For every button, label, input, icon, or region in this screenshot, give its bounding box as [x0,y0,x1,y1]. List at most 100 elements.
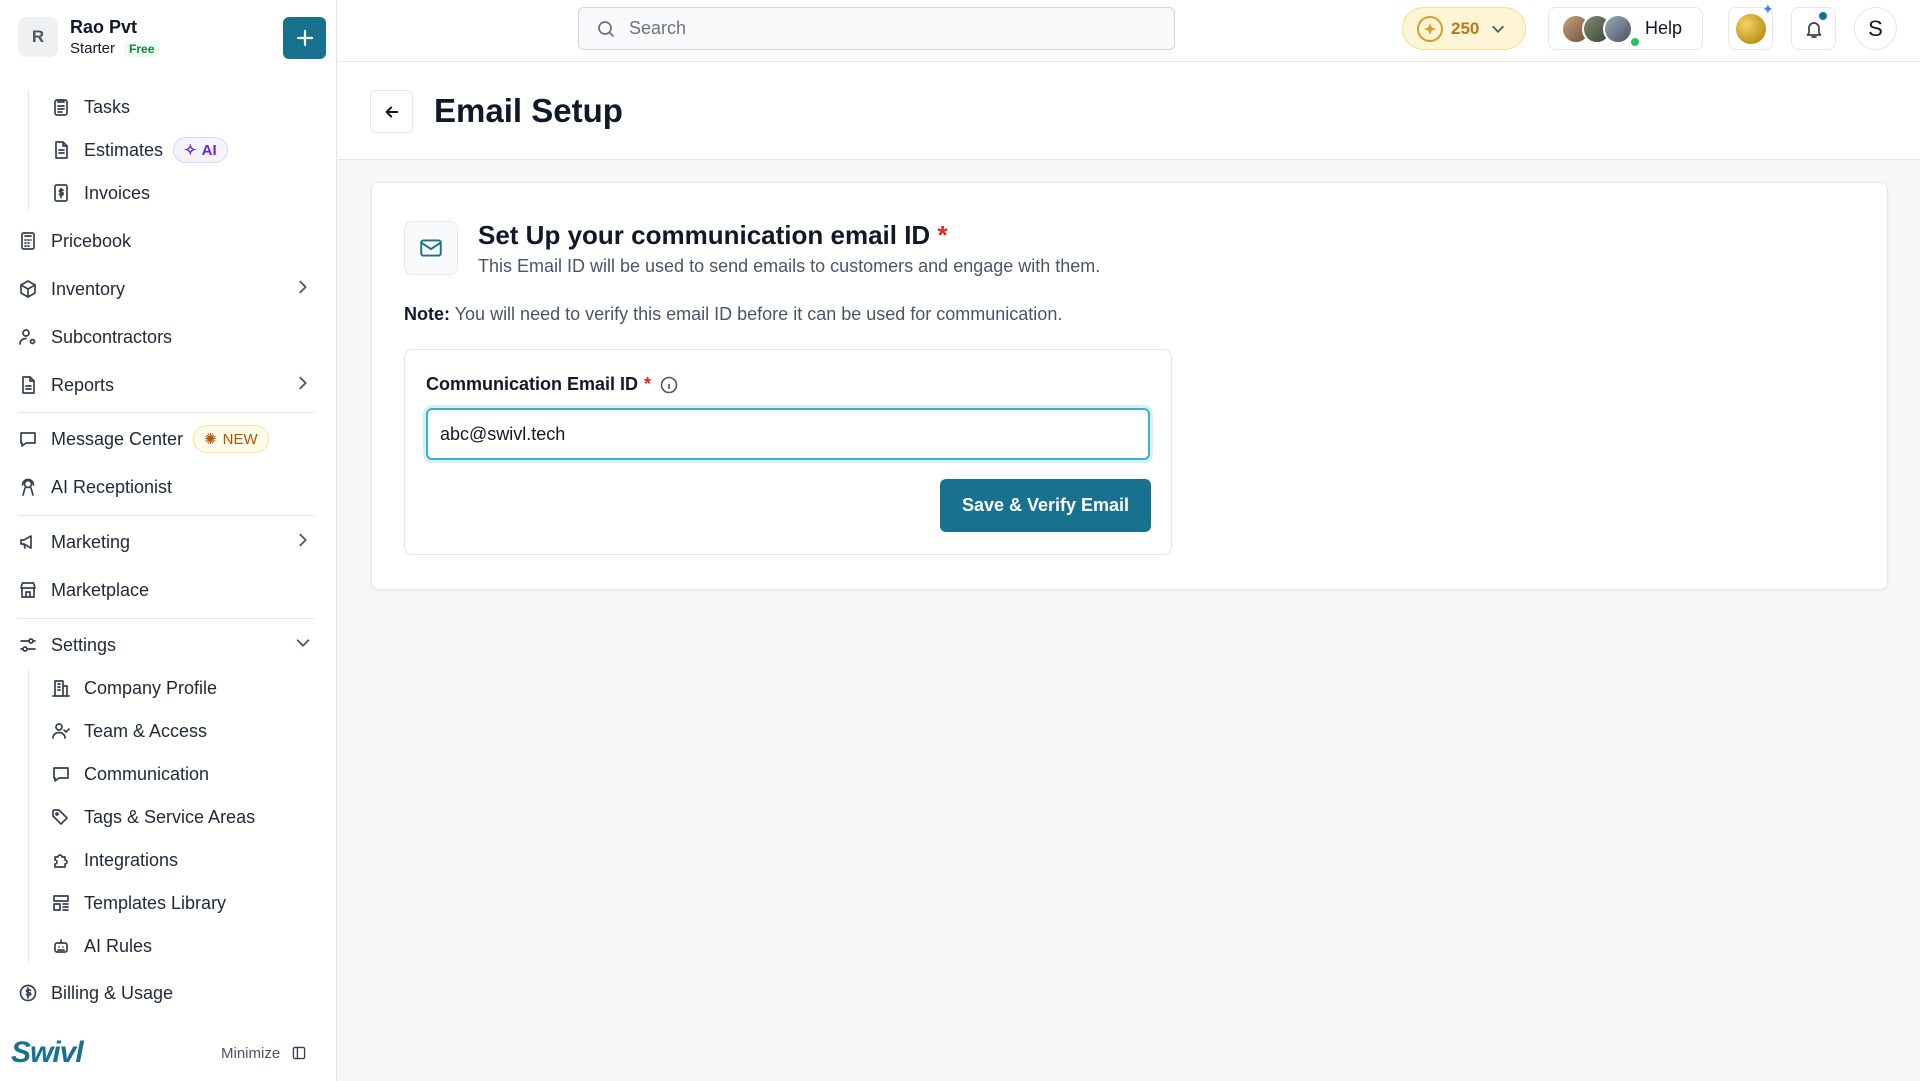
sidebar-item-invoices[interactable]: Invoices [50,175,150,211]
sidebar-item-label: Company Profile [84,677,218,698]
users-icon [50,720,72,742]
sidebar-item-label: Estimates [84,139,164,160]
coin-icon [1417,15,1443,42]
chevron-right-icon[interactable] [294,278,316,300]
sidebar-item-label: AI Rules [84,935,153,956]
chevron-down-icon[interactable] [294,634,316,656]
sidebar-item-label: AI Receptionist [51,476,173,497]
sidebar-item-message-center[interactable]: Message Center ✺ NEW [17,421,269,457]
sidebar-item-ai-rules[interactable]: AI Rules [50,928,152,964]
sidebar-collapse-icon [288,1044,310,1062]
calculator-icon [17,230,39,252]
save-verify-email-button[interactable]: Save & Verify Email [940,479,1151,532]
document-icon [50,139,72,161]
topbar: Search 250 Help ✦ S [338,0,1920,62]
minimize-button[interactable]: Minimize [221,1044,310,1062]
coins-count: 250 [1451,18,1480,38]
sidebar-item-estimates[interactable]: Estimates ✧ AI [50,132,228,168]
plus-icon [296,29,313,47]
sliders-icon [17,634,39,656]
sidebar-item-billing-usage[interactable]: Billing & Usage [17,975,173,1011]
online-indicator [1629,36,1641,48]
sidebar-item-label: Subcontractors [51,326,173,347]
sidebar-item-tags-service-areas[interactable]: Tags & Service Areas [50,799,255,835]
sidebar-item-label: Reports [51,374,115,395]
sidebar-item-label: Message Center [51,428,184,449]
sidebar-item-label: Marketplace [51,579,150,600]
sidebar-item-label: Communication [84,763,210,784]
sidebar-item-company-profile[interactable]: Company Profile [50,670,217,706]
card-title: Set Up your communication email ID * [478,220,948,250]
notifications-button[interactable] [1791,7,1836,50]
robot-icon [50,935,72,957]
minimize-label: Minimize [221,1044,281,1062]
add-new-button[interactable] [283,17,326,59]
sidebar-item-label: Marketing [51,531,131,552]
field-label: Communication Email ID * [426,374,679,395]
note-text: You will need to verify this email ID be… [454,304,1063,324]
user-gear-icon [17,326,39,348]
sparkle-icon: ✦ [1762,1,1774,17]
receptionist-icon [17,476,39,498]
coin-icon [17,982,39,1004]
sidebar-item-ai-receptionist[interactable]: AI Receptionist [17,469,172,505]
sparkle-icon: ✧ [184,142,197,159]
workspace-avatar: R [18,17,58,57]
chevron-right-icon[interactable] [294,531,316,553]
sidebar-item-label: Templates Library [84,892,227,913]
search-icon [595,18,617,40]
required-mark: * [937,220,948,250]
sidebar-item-integrations[interactable]: Integrations [50,842,178,878]
back-button[interactable] [370,90,413,133]
swivl-logo[interactable]: Swivl [11,1036,84,1070]
help-label: Help [1645,18,1683,38]
workspace-switcher[interactable]: R Rao Pvt Starter Free [18,17,160,57]
verification-note: Note: You will need to verify this email… [404,304,1062,325]
sidebar-item-label: Tags & Service Areas [84,806,256,827]
sidebar-item-label: Invoices [84,182,151,203]
sidebar: R Rao Pvt Starter Free Tasks Estimates ✧ A… [0,0,337,1081]
info-icon[interactable] [659,375,679,395]
sidebar-item-reports[interactable]: Reports [17,367,114,403]
new-badge: ✺ NEW [193,425,269,453]
sidebar-item-marketplace[interactable]: Marketplace [17,572,149,608]
tag-icon [50,806,72,828]
note-label: Note: [404,304,450,324]
megaphone-icon [17,531,39,553]
template-icon [50,892,72,914]
workspace-plan: Starter [70,40,116,57]
arrow-left-icon [385,106,398,117]
sidebar-item-label: Billing & Usage [51,982,174,1003]
help-button[interactable]: Help [1548,7,1703,50]
sidebar-item-pricebook[interactable]: Pricebook [17,223,131,259]
sidebar-item-team-access[interactable]: Team & Access [50,713,207,749]
sidebar-item-label: Pricebook [51,230,132,251]
sidebar-item-label: Tasks [84,96,131,117]
chevron-right-icon[interactable] [294,374,316,396]
report-icon [17,374,39,396]
communication-email-input[interactable] [426,408,1150,460]
clipboard-icon [50,96,72,118]
user-avatar[interactable]: S [1854,7,1897,50]
sidebar-item-communication[interactable]: Communication [50,756,209,792]
email-form: Communication Email ID * Save & Verify E… [404,349,1172,555]
search-box[interactable]: Search [578,7,1175,50]
sidebar-item-label: Integrations [84,849,179,870]
plan-badge: Free [124,40,160,57]
search-placeholder: Search [629,18,687,38]
sidebar-item-inventory[interactable]: Inventory [17,271,317,307]
coins-dropdown[interactable]: 250 [1402,7,1526,50]
notification-dot [1817,10,1829,22]
sidebar-item-subcontractors[interactable]: Subcontractors [17,319,172,355]
box-icon [17,278,39,300]
page-header: Email Setup [338,62,1920,160]
sidebar-item-label: Settings [51,634,117,655]
sidebar-item-tasks[interactable]: Tasks [50,89,130,125]
sidebar-item-templates-library[interactable]: Templates Library [50,885,226,921]
chevron-down-icon [1489,20,1507,38]
sidebar-item-marketing[interactable]: Marketing [17,524,130,560]
sidebar-item-settings[interactable]: Settings [17,627,116,663]
globe-icon [1735,13,1766,44]
mail-icon [404,221,458,275]
ai-badge: ✧ AI [173,137,228,163]
